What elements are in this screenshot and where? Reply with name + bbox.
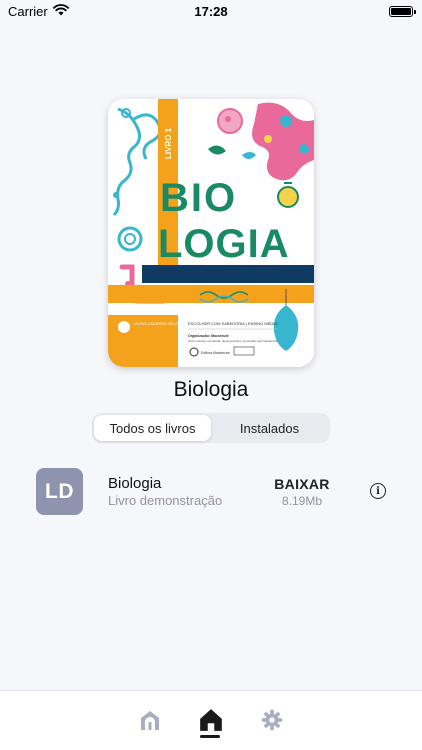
gear-icon[interactable]	[259, 707, 285, 733]
status-time: 17:28	[194, 4, 228, 19]
segment-installed[interactable]: Instalados	[211, 415, 328, 441]
cover-organizer-text: Obra coletiva concebida, desenvolvida e …	[188, 339, 278, 343]
library-filter-segmented-control: Todos os livros Instalados	[92, 413, 330, 443]
battery-icon	[389, 6, 416, 17]
book-list-item[interactable]: LD Biologia Livro demonstração BAIXAR 8.…	[0, 466, 422, 518]
cover-title-line1: BIO	[160, 176, 237, 220]
cover-organizer-title: Organização: Mackenzie	[188, 334, 229, 338]
book-cover-art: LIVRO 1 BIO LOGIA LIVRO-CADERNO DE ATIVI…	[108, 99, 314, 367]
download-button[interactable]: BAIXAR	[268, 476, 336, 492]
book-cover[interactable]: LIVRO 1 BIO LOGIA LIVRO-CADERNO DE ATIVI…	[108, 99, 314, 367]
tab-bar	[0, 690, 422, 750]
cover-publisher: Editora Mackenzie	[201, 351, 230, 355]
file-size-label: 8.19Mb	[281, 494, 323, 508]
book-row-subtitle: Livro demonstração	[108, 493, 223, 508]
book-row-title: Biologia	[108, 475, 162, 492]
info-icon[interactable]: i	[370, 483, 386, 499]
status-bar: Carrier 17:28	[0, 0, 422, 24]
segment-all-books[interactable]: Todos os livros	[94, 415, 211, 441]
home-icon[interactable]	[198, 707, 224, 733]
cover-title-line2: LOGIA	[158, 222, 290, 266]
cover-footer-series: ESCOLHER COM SABEDORIA | ENSINO MÉDIO	[188, 321, 278, 326]
book-title: Biologia	[173, 378, 249, 401]
library-icon[interactable]	[137, 707, 163, 733]
book-thumbnail: LD	[36, 468, 83, 515]
active-tab-indicator	[200, 735, 220, 738]
cover-series-label: LIVRO 1	[164, 127, 173, 159]
